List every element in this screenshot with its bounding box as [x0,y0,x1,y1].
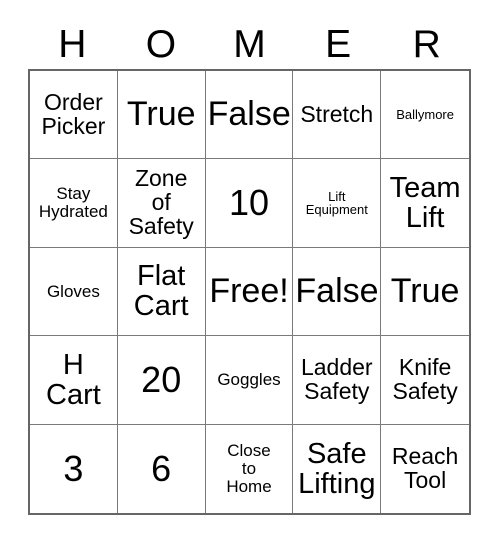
bingo-cell-r4c4[interactable]: Ladder Safety [293,336,382,425]
bingo-cell-label: Close to Home [226,441,272,496]
bingo-cell-label: 3 [63,448,84,490]
bingo-cell-label: Stay Hydrated [38,184,108,222]
bingo-cell-r2c2[interactable]: Zone of Safety [117,159,206,248]
bingo-cell-r3c2[interactable]: Flat Cart [117,247,206,337]
bingo-cell-label: Stretch [300,100,374,127]
bingo-cell-label: True [126,95,196,134]
bingo-card: H O M E R Order Picker True False Stretc… [0,0,500,544]
bingo-cell-r4c3[interactable]: Goggles [205,336,294,425]
bingo-cell-free[interactable]: Free! [205,247,294,337]
bingo-cell-label: H Cart [46,348,101,411]
bingo-cell-label: 6 [151,448,172,490]
bingo-cell-label: Lift Equipment [305,188,368,218]
bingo-header-letter-4: E [325,23,352,66]
bingo-cell-label: Zone of Safety [128,165,194,240]
bingo-cell-label: Flat Cart [133,260,189,323]
bingo-header-letter-1: H [58,23,87,66]
bingo-cell-label: 10 [228,182,270,224]
bingo-cell-r4c5[interactable]: Knife Safety [381,336,469,425]
bingo-cell-r1c1[interactable]: Order Picker [30,71,118,160]
bingo-cell-r4c2[interactable]: 20 [117,336,206,425]
bingo-cell-r4c1[interactable]: H Cart [30,336,118,425]
bingo-cell-r1c3[interactable]: False [205,71,294,160]
bingo-cell-r2c1[interactable]: Stay Hydrated [30,159,118,248]
bingo-cell-label: Goggles [217,370,281,390]
bingo-cell-label: Ballymore [396,106,454,122]
bingo-cell-r3c4[interactable]: False [293,247,382,337]
bingo-header-letter-3: M [233,23,266,66]
bingo-cell-label: 20 [141,359,182,401]
bingo-cell-r5c3[interactable]: Close to Home [205,424,294,513]
bingo-cell-r1c4[interactable]: Stretch [293,71,382,160]
bingo-cell-r5c2[interactable]: 6 [117,424,206,513]
bingo-cell-label: False [295,271,379,310]
bingo-cell-r2c4[interactable]: Lift Equipment [293,159,382,248]
bingo-grid: Order Picker True False Stretch Ballymor… [28,69,471,515]
bingo-cell-r1c5[interactable]: Ballymore [381,71,469,160]
bingo-cell-label: Safe Lifting [298,437,376,500]
bingo-cell-label: Reach Tool [391,442,459,493]
bingo-cell-r5c1[interactable]: 3 [30,424,118,513]
bingo-cell-label: Ladder Safety [300,353,373,404]
bingo-cell-label: Free! [209,271,289,310]
bingo-cell-r5c4[interactable]: Safe Lifting [293,424,382,513]
bingo-cell-r2c3[interactable]: 10 [205,159,294,248]
bingo-cell-label: Knife Safety [392,353,458,404]
bingo-cell-label: Gloves [46,281,100,301]
bingo-cell-label: Order Picker [41,88,106,139]
bingo-header-row: H O M E R [28,22,471,68]
bingo-header-letter-2: O [145,23,177,66]
bingo-cell-r2c5[interactable]: Team Lift [381,159,469,248]
bingo-cell-label: Team Lift [389,171,461,235]
bingo-header-letter-5: R [412,23,441,66]
bingo-cell-r3c5[interactable]: True [381,247,469,337]
bingo-cell-label: False [207,95,291,134]
bingo-cell-label: True [390,271,460,310]
bingo-cell-r1c2[interactable]: True [117,71,206,160]
bingo-cell-r5c5[interactable]: Reach Tool [381,424,469,513]
bingo-cell-r3c1[interactable]: Gloves [30,247,118,337]
